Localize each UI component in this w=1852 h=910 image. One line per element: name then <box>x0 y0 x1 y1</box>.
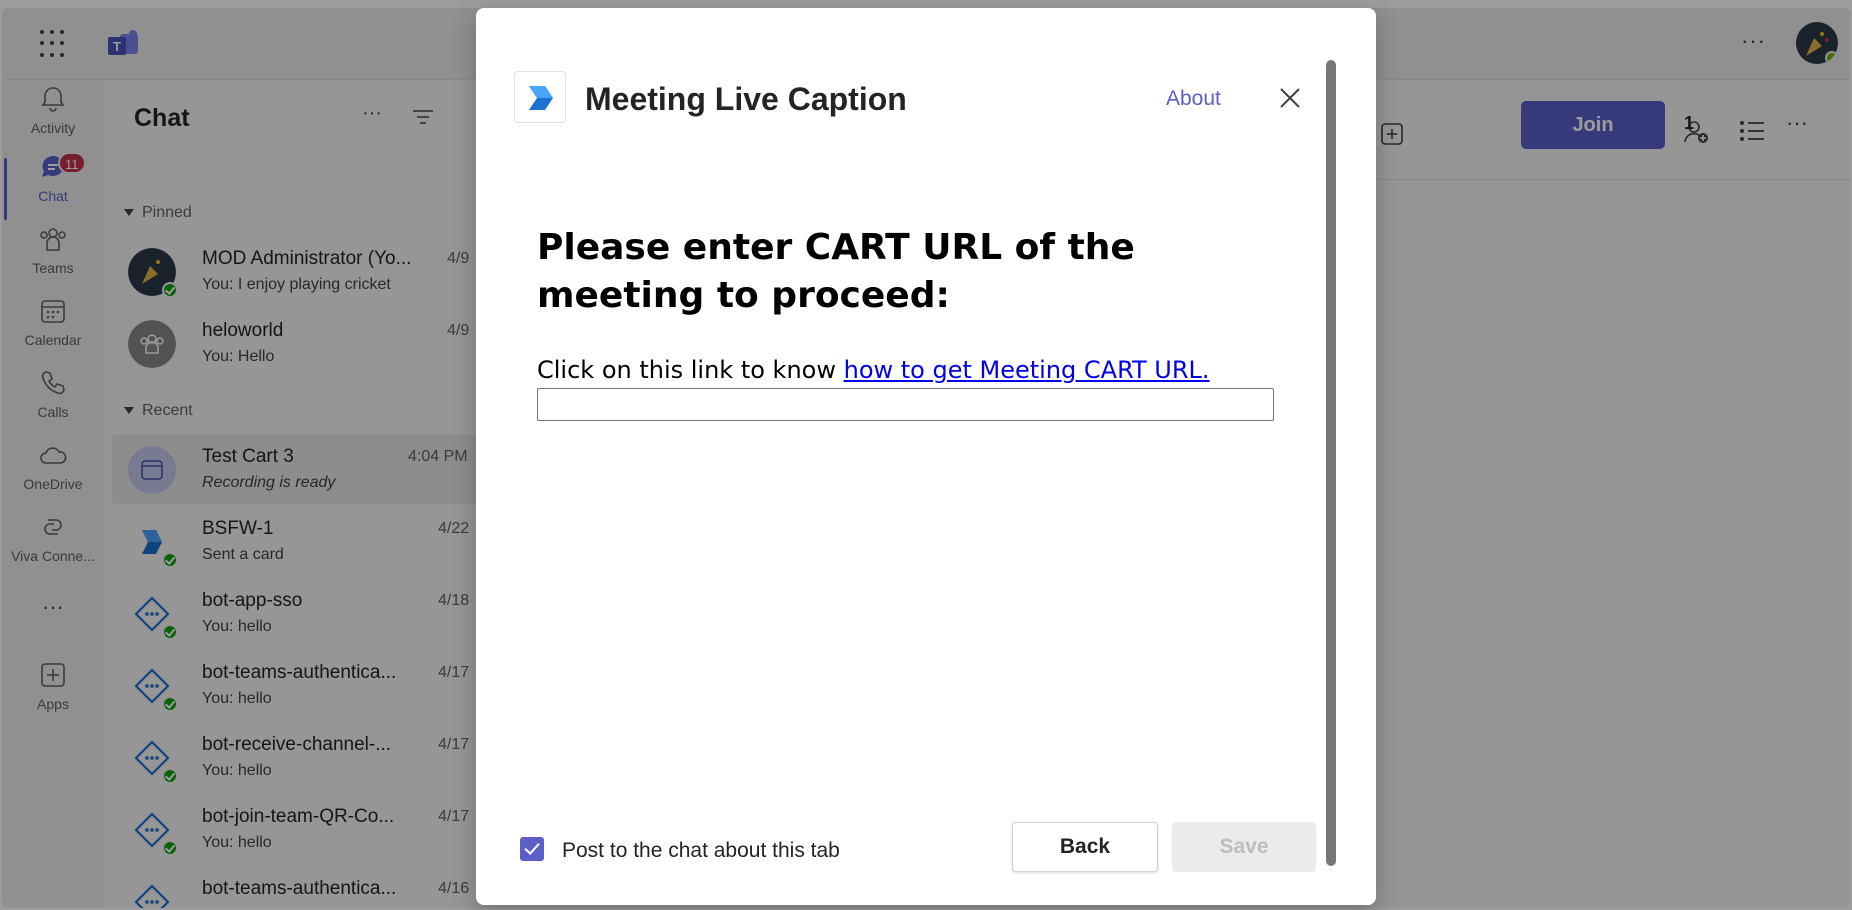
dialog-scrollbar[interactable] <box>1326 60 1336 866</box>
meeting-live-caption-logo-icon <box>529 86 553 110</box>
post-to-chat-checkbox[interactable] <box>520 837 544 861</box>
app-icon <box>514 71 566 123</box>
how-to-get-cart-url-link[interactable]: how to get Meeting CART URL. <box>844 356 1210 384</box>
cart-url-prompt: Please enter CART URL of the meeting to … <box>537 227 1135 316</box>
dialog-title: Meeting Live Caption <box>585 81 907 117</box>
save-button[interactable]: Save <box>1172 822 1316 872</box>
helper-text-prefix: Click on this link to know <box>537 356 844 384</box>
helper-text: Click on this link to know how to get Me… <box>537 356 1210 384</box>
close-icon[interactable] <box>1276 84 1304 112</box>
cart-url-input[interactable] <box>537 388 1274 421</box>
about-link[interactable]: About <box>1166 87 1221 111</box>
post-to-chat-label: Post to the chat about this tab <box>562 839 840 862</box>
back-button[interactable]: Back <box>1012 822 1158 872</box>
tab-config-dialog: Meeting Live Caption About Please enter … <box>476 8 1376 905</box>
